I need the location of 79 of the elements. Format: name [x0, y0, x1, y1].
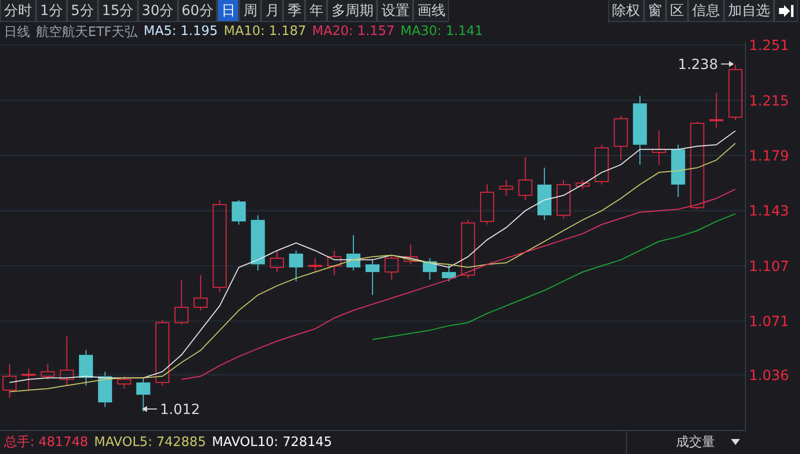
low-price-label: 1.012 [160, 402, 200, 418]
toolbar-button[interactable]: 区 [666, 0, 688, 22]
candlestick [60, 336, 74, 386]
period-tab[interactable]: 15分 [98, 0, 138, 22]
period-tab[interactable]: 月 [261, 0, 284, 22]
period-tab[interactable]: 分时 [0, 0, 36, 22]
arrow-to-bar-icon [778, 4, 794, 18]
candlestick [289, 250, 304, 282]
caret-icon [731, 439, 740, 446]
candlestick [671, 144, 686, 197]
candlestick [155, 318, 170, 386]
candlestick [480, 184, 494, 225]
candlestick [2, 363, 17, 398]
candlestick [384, 254, 399, 280]
moving-average-value: MA10: 1.187 [224, 24, 306, 40]
candlestick [709, 92, 724, 128]
candlestick [614, 114, 628, 160]
moving-average-value: MA5: 1.195 [144, 24, 218, 40]
price-axis-label: 1.071 [749, 314, 790, 330]
candlestick [174, 278, 188, 324]
candlestick [404, 243, 418, 264]
candlestick [40, 363, 55, 380]
candlestick [136, 376, 150, 412]
period-label: 日线 [4, 24, 30, 41]
candlestick [308, 257, 322, 272]
period-tab[interactable]: 60分 [178, 0, 218, 22]
candlestick [117, 375, 132, 389]
candlestick [194, 274, 208, 310]
candlestick [442, 263, 456, 282]
candlestick [652, 130, 666, 165]
period-tab[interactable]: 年 [305, 0, 328, 22]
period-tab[interactable]: 季 [283, 0, 306, 22]
candlestick [594, 144, 609, 185]
period-tab[interactable]: 30分 [138, 0, 178, 22]
toolbar-button[interactable]: 窗 [644, 0, 666, 22]
period-tab[interactable]: 5分 [66, 0, 98, 22]
candlestick [22, 368, 36, 390]
candlestick [98, 370, 112, 408]
candlestick [366, 258, 380, 296]
candlestick [270, 250, 284, 272]
candlestick [728, 64, 742, 120]
price-axis-label: 1.179 [749, 148, 790, 164]
moving-average-value: MA30: 1.141 [400, 24, 483, 40]
high-price-label: 1.238 [678, 56, 718, 73]
candlestick [422, 257, 437, 280]
period-tab[interactable]: 画线 [413, 0, 450, 22]
high-marker-arrow [720, 60, 734, 67]
low-marker-arrow [142, 406, 158, 412]
period-tab[interactable]: 1分 [36, 0, 67, 22]
period-tab[interactable]: 周 [239, 0, 262, 22]
candlestick [78, 349, 93, 386]
moving-average-value: MA20: 1.157 [312, 24, 395, 40]
candlestick [556, 179, 571, 218]
price-axis-label: 1.143 [749, 203, 790, 220]
collapse-panel-button[interactable] [774, 0, 798, 22]
candlestick [346, 234, 360, 271]
candlestick [576, 179, 590, 190]
security-name: 航空航天ETF天弘 [36, 24, 138, 41]
candlestick [327, 250, 342, 276]
toolbar-button[interactable]: 除权 [608, 0, 644, 22]
candlestick [518, 156, 532, 200]
period-tab[interactable]: 日 [217, 0, 240, 22]
candlestick [461, 218, 476, 278]
toolbar-button[interactable]: 加自选 [724, 0, 774, 22]
toolbar-button[interactable]: 信息 [688, 0, 724, 22]
candlestick [632, 94, 647, 165]
volume-value: 总手: 481748 [4, 434, 88, 452]
price-axis-label: 1.215 [749, 92, 790, 109]
volume-value: MAVOL5: 742885 [94, 434, 206, 450]
period-tab[interactable]: 多周期 [327, 0, 378, 22]
volume-value: MAVOL10: 728145 [212, 434, 332, 450]
price-axis-label: 1.036 [749, 367, 790, 384]
price-axis-label: 1.251 [749, 38, 790, 54]
candlestick [232, 199, 246, 225]
price-axis-label: 1.107 [749, 258, 790, 274]
candlestick [499, 179, 514, 196]
candlestick [250, 214, 265, 271]
candlestick [537, 166, 552, 220]
period-tab[interactable]: 设置 [377, 0, 414, 22]
